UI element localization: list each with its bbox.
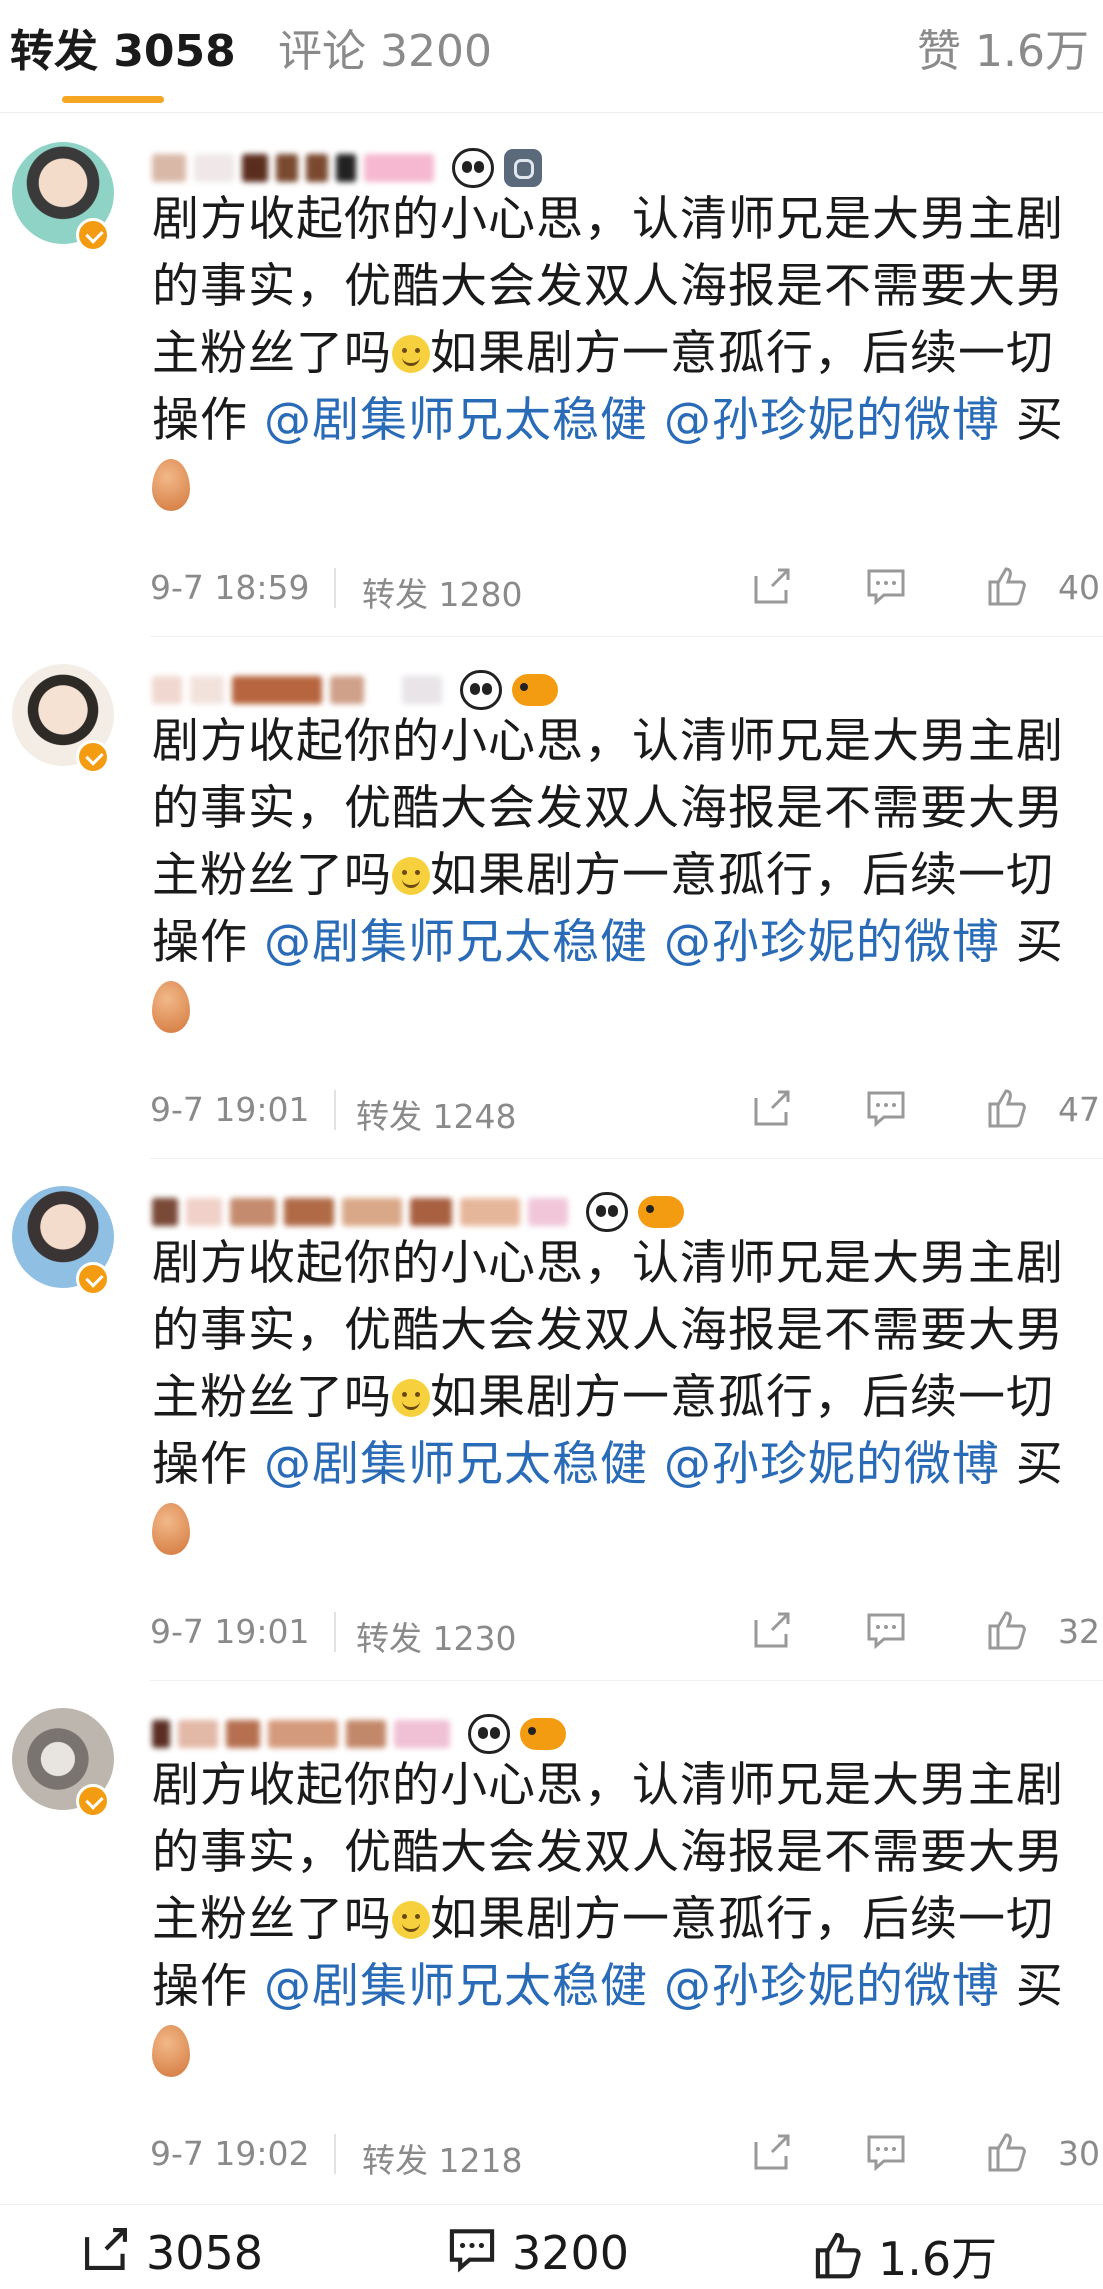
timestamp: 9-7 19:01 — [150, 1612, 310, 1651]
mention-link[interactable]: @剧集师兄太稳健 — [264, 915, 648, 970]
username-blurred[interactable] — [152, 1714, 566, 1754]
repost-meta: 9-7 19:01 转发 1248 47 — [150, 1084, 1100, 1136]
thumbs-up-icon[interactable] — [985, 2130, 1029, 2174]
repost-item: 剧方收起你的小心思，认清师兄是大男主剧 的事实，优酷大会发双人海报是不需要大男 … — [0, 1708, 1103, 2208]
meta-divider — [334, 568, 336, 608]
timestamp: 9-7 19:01 — [150, 1090, 310, 1129]
thumbs-up-icon[interactable] — [985, 1086, 1029, 1130]
repost-item: 剧方收起你的小心思，认清师兄是大男主剧 的事实，优酷大会发双人海报是不需要大男 … — [0, 1186, 1103, 1686]
bottom-repost-count: 3058 — [146, 2226, 264, 2280]
smile-emoji — [392, 1379, 430, 1417]
tab-reposts[interactable]: 转发 3058 — [10, 26, 236, 78]
comment-icon[interactable] — [864, 1608, 908, 1652]
meta-divider — [334, 2134, 336, 2174]
mention-link[interactable]: @孙珍妮的微博 — [664, 1959, 1000, 2014]
like-count: 40 — [1058, 568, 1100, 607]
panda-icon — [586, 1192, 628, 1232]
verified-icon — [76, 740, 110, 774]
fish-icon — [638, 1196, 684, 1228]
divider — [150, 1158, 1103, 1159]
meta-divider — [334, 1090, 336, 1130]
username-blurred[interactable] — [152, 670, 558, 710]
tab-likes[interactable]: 赞 1.6万 — [917, 26, 1089, 78]
smile-emoji — [392, 857, 430, 895]
smile-emoji — [392, 1901, 430, 1939]
repost-content: 剧方收起你的小心思，认清师兄是大男主剧 的事实，优酷大会发双人海报是不需要大男 … — [152, 708, 1097, 1043]
mention-link[interactable]: @剧集师兄太稳健 — [264, 393, 648, 448]
repost-count[interactable]: 转发 1230 — [356, 1612, 516, 1660]
like-count: 47 — [1058, 1090, 1100, 1129]
egg-emoji — [152, 981, 190, 1033]
fish-icon — [512, 674, 558, 706]
active-tab-indicator — [62, 96, 164, 103]
mention-link[interactable]: @剧集师兄太稳健 — [264, 1437, 648, 1492]
thumbs-up-icon[interactable] — [985, 1608, 1029, 1652]
timestamp: 9-7 19:02 — [150, 2134, 310, 2173]
like-count: 32 — [1058, 1612, 1100, 1651]
username-blurred[interactable] — [152, 1192, 684, 1232]
divider — [150, 636, 1103, 637]
repost-meta: 9-7 18:59 转发 1280 40 — [150, 562, 1100, 614]
meta-divider — [334, 1612, 336, 1652]
repost-meta: 9-7 19:01 转发 1230 32 — [150, 1606, 1100, 1658]
bottom-like-count: 1.6万 — [878, 2232, 998, 2286]
mention-link[interactable]: @剧集师兄太稳健 — [264, 1959, 648, 2014]
share-icon — [85, 2228, 127, 2270]
panda-icon — [452, 148, 494, 188]
repost-count[interactable]: 转发 1218 — [362, 2134, 522, 2182]
fish-icon — [520, 1718, 566, 1750]
share-icon[interactable] — [750, 1608, 794, 1652]
divider — [150, 1680, 1103, 1681]
repost-item: 剧方收起你的小心思，认清师兄是大男主剧 的事实，优酷大会发双人海报是不需要大男 … — [0, 664, 1103, 1164]
comment-icon[interactable] — [864, 564, 908, 608]
bottom-comment-button[interactable]: 3200 — [446, 2223, 629, 2280]
repost-item: 剧方收起你的小心思，认清师兄是大男主剧 的事实，优酷大会发双人海报是不需要大男 … — [0, 142, 1103, 642]
repost-content: 剧方收起你的小心思，认清师兄是大男主剧 的事实，优酷大会发双人海报是不需要大男 … — [152, 186, 1097, 521]
share-icon[interactable] — [750, 1086, 794, 1130]
username-blurred[interactable] — [152, 148, 542, 188]
like-count: 30 — [1058, 2134, 1100, 2173]
bottom-action-bar: 3058 3200 1.6万 — [0, 2204, 1103, 2286]
repost-count[interactable]: 转发 1248 — [356, 1090, 516, 1138]
repost-count[interactable]: 转发 1280 — [362, 568, 522, 616]
tab-comments[interactable]: 评论 3200 — [278, 26, 492, 78]
repost-meta: 9-7 19:02 转发 1218 30 — [150, 2128, 1100, 2180]
tab-bar: 转发 3058 评论 3200 赞 1.6万 — [0, 0, 1103, 113]
comment-icon[interactable] — [864, 1086, 908, 1130]
thumbs-up-icon[interactable] — [985, 564, 1029, 608]
thumbs-up-icon — [815, 2232, 861, 2279]
verified-icon — [76, 1784, 110, 1818]
panda-icon — [460, 670, 502, 710]
comment-icon — [449, 2229, 495, 2273]
smile-emoji — [392, 335, 430, 373]
verified-icon — [76, 1262, 110, 1296]
comment-icon[interactable] — [864, 2130, 908, 2174]
repost-content: 剧方收起你的小心思，认清师兄是大男主剧 的事实，优酷大会发双人海报是不需要大男 … — [152, 1752, 1097, 2087]
mention-link[interactable]: @孙珍妮的微博 — [664, 915, 1000, 970]
egg-emoji — [152, 2025, 190, 2077]
mention-link[interactable]: @孙珍妮的微博 — [664, 1437, 1000, 1492]
egg-emoji — [152, 1503, 190, 1555]
mention-link[interactable]: @孙珍妮的微博 — [664, 393, 1000, 448]
bottom-like-button[interactable]: 1.6万 — [812, 2223, 997, 2289]
repost-content: 剧方收起你的小心思，认清师兄是大男主剧 的事实，优酷大会发双人海报是不需要大男 … — [152, 1230, 1097, 1565]
verified-icon — [76, 218, 110, 252]
share-icon[interactable] — [750, 564, 794, 608]
share-icon[interactable] — [750, 2130, 794, 2174]
timestamp: 9-7 18:59 — [150, 568, 310, 607]
panda-icon — [468, 1714, 510, 1754]
bottom-repost-button[interactable]: 3058 — [80, 2223, 263, 2280]
camera-icon — [504, 149, 542, 187]
egg-emoji — [152, 459, 190, 511]
bottom-comment-count: 3200 — [512, 2226, 630, 2280]
